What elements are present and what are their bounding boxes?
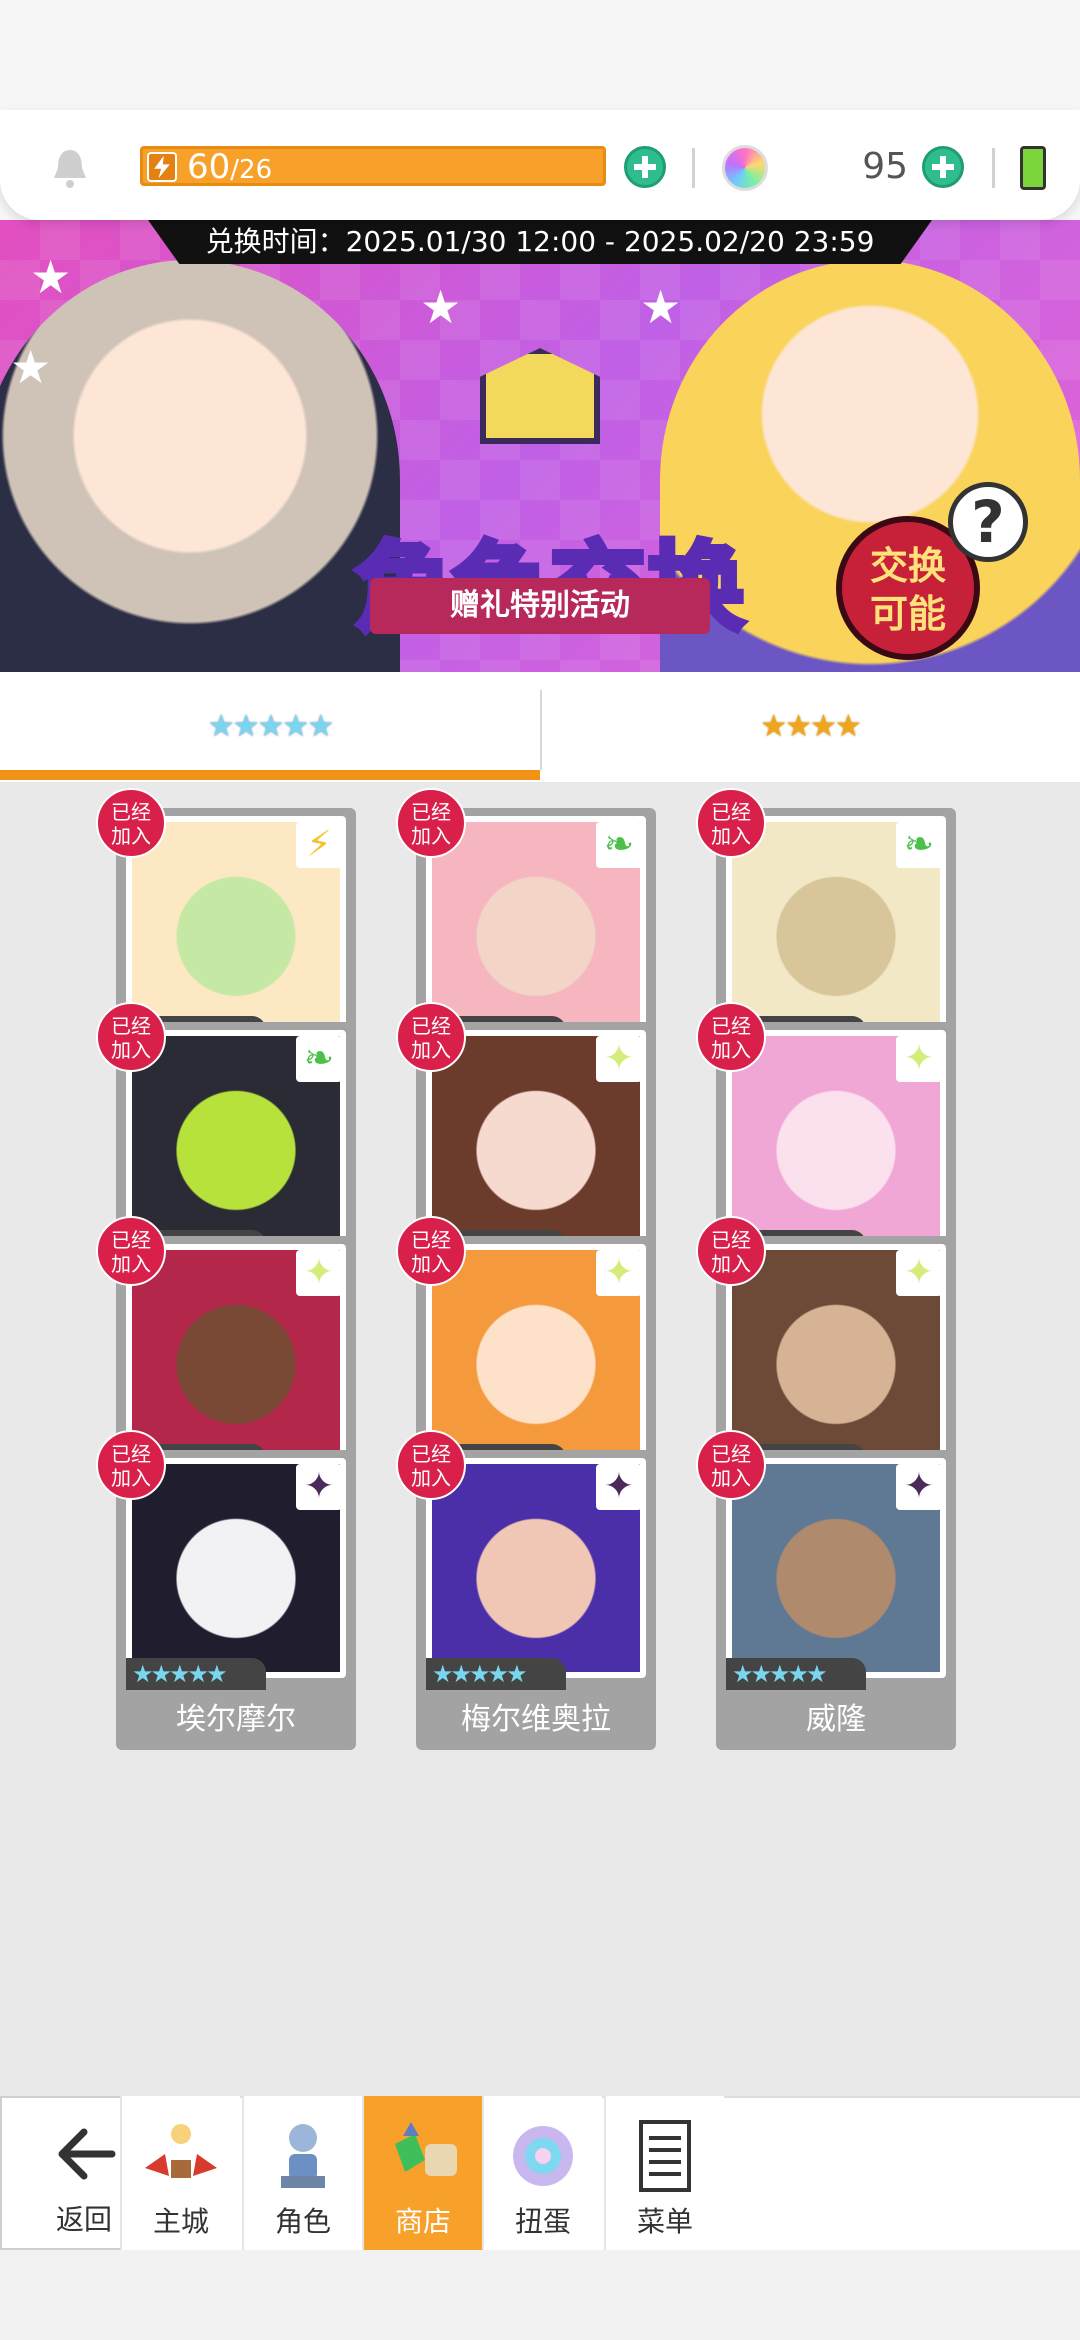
nav-item-3[interactable]: 扭蛋 (482, 2096, 602, 2250)
rarity-stars: ★★★★★ (126, 1658, 266, 1690)
light-element-icon: ✦ (596, 1036, 642, 1082)
exchange-time: 兑换时间：2025.01/30 12:00 - 2025.02/20 23:59 (148, 220, 932, 264)
lightning-element-icon: ⚡ (296, 822, 342, 868)
star-icon: ★ (420, 280, 462, 334)
joined-badge: 已经 加入 (696, 788, 766, 858)
nav-item-label: 菜单 (636, 2205, 693, 2238)
battery-icon[interactable] (1020, 146, 1046, 190)
character-grid: ★★★★★⚡梅媞斯已经加入★★★★★❧美美已经加入★★★★★❧艾丝缇莉艾尔已经加… (0, 782, 1080, 2100)
gacha-icon (513, 2126, 573, 2186)
character-name: 梅尔维奥拉 (461, 1702, 611, 1737)
star-icon: ★ (10, 340, 52, 394)
joined-badge: 已经 加入 (396, 1216, 466, 1286)
arrow-left-icon (58, 2128, 116, 2180)
nav-item-4[interactable]: 菜单 (604, 2096, 724, 2250)
divider (992, 148, 995, 188)
gem-count: 95 (862, 146, 908, 187)
seal-line-2: 可能 (869, 592, 946, 636)
joined-badge: 已经 加入 (96, 1430, 166, 1500)
light-element-icon: ✦ (296, 1250, 342, 1296)
rarity-stars-text: ★★★★★ (432, 1660, 528, 1688)
joined-badge: 已经 加入 (696, 1216, 766, 1286)
system-bar (0, 2250, 1080, 2340)
light-element-icon: ✦ (896, 1036, 942, 1082)
joined-badge: 已经 加入 (396, 1002, 466, 1072)
joined-badge: 已经 加入 (96, 1216, 166, 1286)
nav-item-label: 角色 (274, 2205, 331, 2238)
tab-five-star[interactable]: ★★★★★ (0, 672, 540, 782)
rarity-stars-text: ★★★★★ (132, 1660, 228, 1688)
divider (692, 148, 695, 188)
bell-icon[interactable] (48, 146, 92, 190)
add-gem-button[interactable] (922, 146, 964, 188)
nav-item-1[interactable]: 角色 (242, 2096, 362, 2250)
rarity-stars: ★★★★★ (726, 1658, 866, 1690)
energy-current: 60 (187, 147, 231, 187)
character-card[interactable]: ★★★★★ ✦ 埃尔摩尔 已经 加入 (96, 1430, 356, 1750)
wind-element-icon: ❧ (896, 822, 942, 868)
dark-element-icon: ✦ (596, 1464, 642, 1510)
energy-max: 26 (239, 155, 273, 185)
help-button[interactable]: ? (948, 482, 1028, 562)
joined-badge: 已经 加入 (396, 1430, 466, 1500)
star-icon: ★ (30, 250, 72, 304)
event-banner: ★ ★ ★ ★ 兑换时间：2025.01/30 12:00 - 2025.02/… (0, 220, 1080, 672)
wind-element-icon: ❧ (596, 822, 642, 868)
energy-bar: 60/26 (140, 146, 606, 186)
star-icon: ★ (640, 280, 682, 334)
shop-icon (395, 2122, 457, 2176)
tab-five-star-label: ★★★★★ (207, 709, 334, 744)
character-card[interactable]: ★★★★★ ✦ 梅尔维奥拉 已经 加入 (396, 1430, 656, 1750)
seal-line-1: 交换 (869, 544, 946, 588)
rarity-stars-text: ★★★★★ (732, 1660, 828, 1688)
nav-item-2[interactable]: 商店 (362, 2096, 482, 2250)
nav-item-0[interactable]: 主城 (120, 2096, 240, 2250)
tab-four-star[interactable]: ★★★★ (540, 672, 1080, 782)
joined-badge: 已经 加入 (696, 1002, 766, 1072)
nav-item-label: 商店 (394, 2205, 451, 2238)
banner-subtitle: 赠礼特别活动 (370, 578, 710, 634)
character-name: 埃尔摩尔 (176, 1702, 296, 1737)
tab-separator (540, 690, 542, 770)
joined-badge: 已经 加入 (396, 788, 466, 858)
joined-badge: 已经 加入 (96, 1002, 166, 1072)
active-tab-underline (0, 770, 540, 780)
joined-badge: 已经 加入 (696, 1430, 766, 1500)
nav-item-label: 扭蛋 (514, 2205, 571, 2238)
lightning-icon (147, 152, 177, 182)
add-energy-button[interactable] (624, 146, 666, 188)
energy-separator: / (230, 155, 240, 185)
character-name: 威隆 (806, 1702, 866, 1737)
character-icon (281, 2124, 325, 2188)
nav-item-label: 主城 (152, 2205, 209, 2238)
gem-icon (722, 145, 768, 191)
status-bar: 60/26 95 (0, 110, 1080, 220)
dark-element-icon: ✦ (896, 1464, 942, 1510)
light-element-icon: ✦ (596, 1250, 642, 1296)
rarity-stars: ★★★★★ (426, 1658, 566, 1690)
character-card[interactable]: ★★★★★ ✦ 威隆 已经 加入 (696, 1430, 956, 1750)
screen: { "status": { "energy_current": "60", "e… (0, 0, 1080, 2340)
joined-badge: 已经 加入 (96, 788, 166, 858)
tab-four-star-label: ★★★★ (760, 709, 862, 744)
energy-value: 60/26 (187, 149, 272, 188)
castle-icon (145, 2124, 217, 2178)
menu-icon (639, 2120, 691, 2192)
wind-element-icon: ❧ (296, 1036, 342, 1082)
light-element-icon: ✦ (896, 1250, 942, 1296)
dark-element-icon: ✦ (296, 1464, 342, 1510)
